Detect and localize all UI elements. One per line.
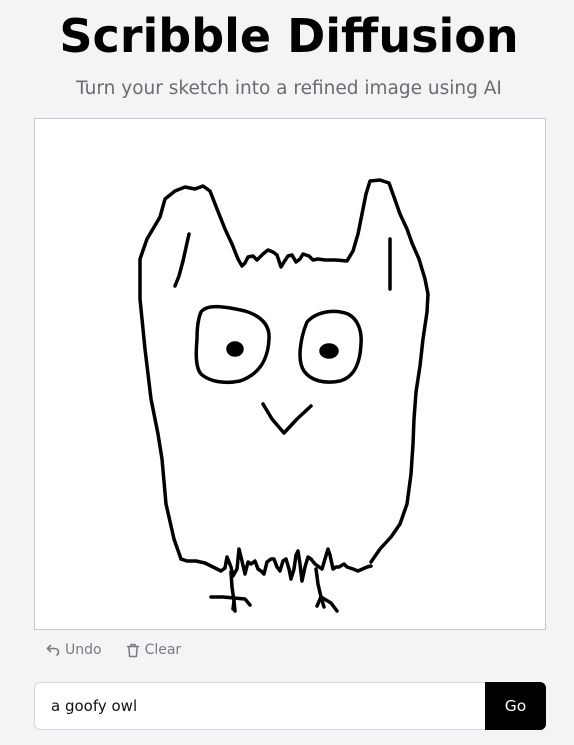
prompt-input[interactable]: [34, 682, 485, 730]
prompt-form: Go: [34, 682, 546, 730]
page-title: Scribble Diffusion: [59, 9, 519, 63]
clear-label: Clear: [144, 642, 182, 658]
undo-arrow-icon: [46, 644, 60, 656]
sketch-canvas[interactable]: [34, 118, 546, 630]
canvas-toolbar: Undo Clear: [46, 640, 181, 660]
go-button[interactable]: Go: [485, 682, 546, 730]
owl-sketch-drawing: [138, 178, 430, 613]
trash-icon: [126, 643, 139, 657]
page-subtitle: Turn your sketch into a refined image us…: [76, 78, 502, 99]
undo-label: Undo: [65, 642, 102, 658]
undo-button[interactable]: Undo: [46, 642, 102, 658]
clear-button[interactable]: Clear: [126, 642, 182, 658]
